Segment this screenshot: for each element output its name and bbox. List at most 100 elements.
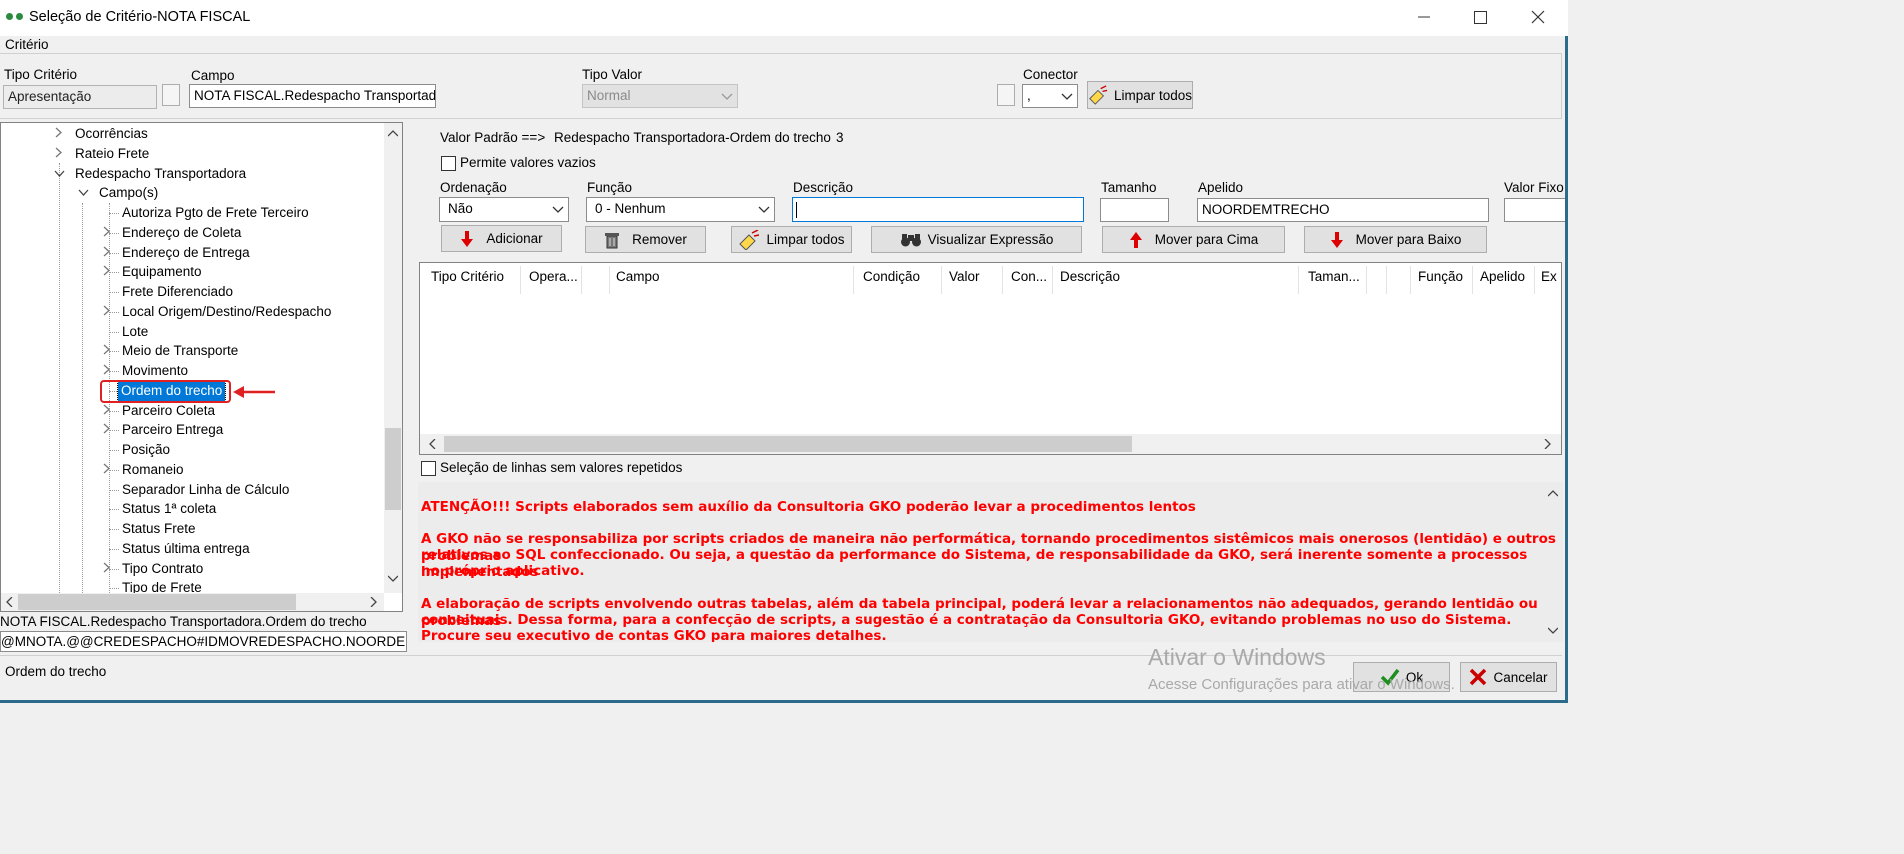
- column-header[interactable]: Campo: [616, 269, 660, 284]
- column-separator[interactable]: [1534, 266, 1535, 294]
- tamanho-input[interactable]: [1100, 198, 1169, 222]
- tree-item[interactable]: Ocorrências: [75, 124, 148, 144]
- tree-item[interactable]: Movimento: [122, 361, 188, 381]
- tipo-valor-select[interactable]: Normal: [582, 84, 738, 108]
- tree-vscroll-thumb[interactable]: [385, 428, 401, 510]
- limpar-todos-button[interactable]: Limpar todos: [731, 226, 852, 253]
- scroll-up-icon[interactable]: [388, 129, 398, 137]
- column-separator[interactable]: [1052, 266, 1053, 294]
- mover-para-cima-button[interactable]: Mover para Cima: [1102, 226, 1285, 253]
- column-header[interactable]: Ex: [1541, 269, 1557, 284]
- collapsed-chevron-icon[interactable]: [53, 144, 65, 164]
- collapsed-chevron-icon[interactable]: [101, 420, 113, 440]
- scroll-right-icon[interactable]: [1544, 439, 1552, 449]
- tree-item[interactable]: Redespacho Transportadora: [75, 164, 246, 184]
- column-header[interactable]: Opera...: [529, 269, 578, 284]
- collapsed-chevron-icon[interactable]: [101, 341, 113, 361]
- tree-horizontal-scrollbar[interactable]: [1, 593, 384, 611]
- scroll-down-icon[interactable]: [1548, 627, 1558, 635]
- scroll-left-icon[interactable]: [5, 597, 13, 607]
- column-header[interactable]: Descrição: [1060, 269, 1120, 284]
- collapsed-chevron-icon[interactable]: [101, 243, 113, 263]
- column-header[interactable]: Condição: [863, 269, 920, 284]
- grid-horizontal-scrollbar[interactable]: [420, 434, 1561, 454]
- grid-hscroll-thumb[interactable]: [444, 436, 1132, 452]
- warning-scrollbar[interactable]: [1543, 482, 1563, 642]
- column-header[interactable]: Con...: [1011, 269, 1047, 284]
- column-separator[interactable]: [581, 266, 582, 294]
- apelido-input[interactable]: NOORDEMTRECHO: [1197, 198, 1489, 222]
- tree-item[interactable]: Equipamento: [122, 262, 202, 282]
- tree-item[interactable]: Rateio Frete: [75, 144, 149, 164]
- scroll-left-icon[interactable]: [428, 439, 436, 449]
- field-tree[interactable]: Ocorrências Rateio Frete Redespacho Transp…: [0, 122, 403, 612]
- column-separator[interactable]: [609, 266, 610, 294]
- collapsed-chevron-icon[interactable]: [101, 223, 113, 243]
- column-separator[interactable]: [1386, 266, 1387, 294]
- column-header[interactable]: Apelido: [1480, 269, 1525, 284]
- column-separator[interactable]: [941, 266, 942, 294]
- adicionar-button[interactable]: Adicionar: [441, 225, 562, 252]
- tree-item[interactable]: Endereço de Entrega: [122, 243, 250, 263]
- column-separator[interactable]: [1410, 266, 1411, 294]
- tree-vertical-scrollbar[interactable]: [384, 123, 402, 593]
- minimize-icon[interactable]: [1396, 0, 1452, 34]
- maximize-icon[interactable]: [1452, 0, 1508, 34]
- tree-item[interactable]: Separador Linha de Cálculo: [122, 480, 289, 500]
- tree-item[interactable]: Endereço de Coleta: [122, 223, 241, 243]
- expanded-chevron-icon[interactable]: [77, 183, 89, 203]
- criteria-grid[interactable]: Tipo Critério Opera... Campo Condição Valor C…: [419, 262, 1562, 455]
- cancelar-button[interactable]: Cancelar: [1460, 662, 1557, 692]
- scroll-down-icon[interactable]: [388, 575, 398, 583]
- collapsed-chevron-icon[interactable]: [101, 460, 113, 480]
- mover-para-baixo-button[interactable]: Mover para Baixo: [1304, 226, 1487, 253]
- remover-button[interactable]: Remover: [585, 226, 706, 253]
- column-header[interactable]: Taman...: [1308, 269, 1360, 284]
- scroll-right-icon[interactable]: [370, 597, 378, 607]
- tree-item[interactable]: Campo(s): [99, 183, 158, 203]
- tree-item[interactable]: Tipo Contrato: [122, 559, 203, 579]
- tree-item[interactable]: Parceiro Coleta: [122, 401, 215, 421]
- collapsed-chevron-icon[interactable]: [53, 124, 65, 144]
- column-separator[interactable]: [853, 266, 854, 294]
- tree-hscroll-thumb[interactable]: [18, 594, 296, 610]
- tree-item[interactable]: Posição: [122, 440, 170, 460]
- scroll-up-icon[interactable]: [1548, 489, 1558, 497]
- collapsed-chevron-icon[interactable]: [101, 302, 113, 322]
- tree-item[interactable]: Local Origem/Destino/Redespacho: [122, 302, 331, 322]
- column-separator[interactable]: [1298, 266, 1299, 294]
- tree-item[interactable]: Parceiro Entrega: [122, 420, 223, 440]
- tree-item[interactable]: Romaneio: [122, 460, 184, 480]
- selecao-linhas-checkbox[interactable]: [421, 461, 436, 476]
- visualizar-expressao-button[interactable]: Visualizar Expressão: [871, 226, 1082, 253]
- column-header[interactable]: Valor: [949, 269, 980, 284]
- tree-item[interactable]: Frete Diferenciado: [122, 282, 233, 302]
- column-header[interactable]: Tipo Critério: [431, 269, 504, 284]
- limpar-todos-top-button[interactable]: Limpar todos: [1087, 81, 1193, 109]
- conector-checkbox[interactable]: [997, 84, 1015, 106]
- tree-item[interactable]: Lote: [122, 322, 148, 342]
- column-separator[interactable]: [1002, 266, 1003, 294]
- expanded-chevron-icon[interactable]: [53, 164, 65, 184]
- tree-item[interactable]: Meio de Transporte: [122, 341, 238, 361]
- funcao-select[interactable]: 0 - Nenhum: [586, 197, 775, 222]
- conector-select[interactable]: ,: [1022, 84, 1078, 108]
- collapsed-chevron-icon[interactable]: [101, 559, 113, 579]
- tree-item[interactable]: Status Frete: [122, 519, 196, 539]
- column-header[interactable]: Função: [1418, 269, 1463, 284]
- column-separator[interactable]: [1366, 266, 1367, 294]
- tipo-criterio-checkbox[interactable]: [162, 84, 180, 106]
- collapsed-chevron-icon[interactable]: [101, 361, 113, 381]
- valor-fixo-input[interactable]: [1504, 198, 1568, 222]
- tree-item[interactable]: Autoriza Pgto de Frete Terceiro: [122, 203, 309, 223]
- collapsed-chevron-icon[interactable]: [101, 262, 113, 282]
- collapsed-chevron-icon[interactable]: [101, 401, 113, 421]
- tree-item[interactable]: Status última entrega: [122, 539, 250, 559]
- permite-vazios-checkbox[interactable]: [441, 156, 456, 171]
- ordenacao-select[interactable]: Não: [439, 197, 569, 222]
- close-icon[interactable]: [1510, 0, 1566, 34]
- column-separator[interactable]: [520, 266, 521, 294]
- column-separator[interactable]: [1472, 266, 1473, 294]
- tree-item[interactable]: Status 1ª coleta: [122, 499, 216, 519]
- descricao-input[interactable]: [792, 197, 1084, 222]
